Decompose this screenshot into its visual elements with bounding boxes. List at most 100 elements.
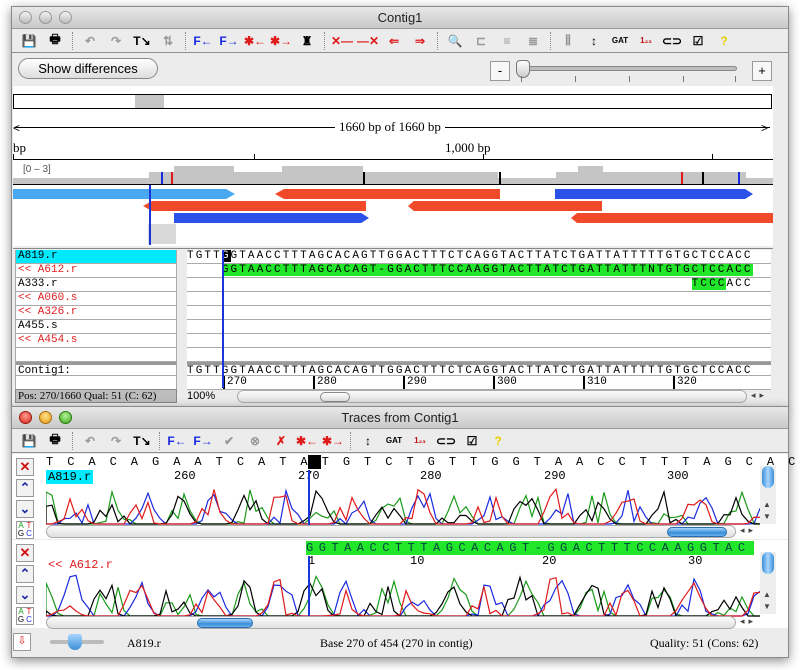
zoom-in-button[interactable]: +	[752, 61, 772, 81]
print-button[interactable]: 🖶	[42, 30, 68, 52]
read-sequence-row[interactable]	[187, 320, 771, 334]
zoom-button[interactable]	[59, 11, 72, 24]
numbering-button[interactable]: 1₂₃	[407, 430, 433, 452]
trace-scale-knob[interactable]	[68, 634, 82, 650]
vertical-scrollbar[interactable]: ▲ ▼	[760, 466, 776, 524]
read-bar-reverse[interactable]	[143, 201, 366, 211]
read-sequence-row[interactable]: TGTTGGTAACCTTTAGCACAGTTGGACTTTCTCAGGTACT…	[187, 250, 771, 264]
read-bar-reverse[interactable]	[408, 201, 602, 211]
goto-button[interactable]: T↘	[129, 430, 155, 452]
help-button[interactable]: ?	[485, 430, 511, 452]
zoom-button[interactable]	[59, 411, 72, 424]
horizontal-scrollbar[interactable]	[46, 616, 736, 629]
scroll-thumb[interactable]	[667, 527, 727, 537]
align2-button[interactable]: ≣	[520, 30, 546, 52]
scroll-down-arrow[interactable]: ▼	[763, 602, 771, 611]
chromatogram[interactable]	[46, 484, 764, 526]
zoom-button[interactable]: 🔍	[442, 30, 468, 52]
read-name-item[interactable]: << A454.s	[15, 334, 177, 348]
next-star-button[interactable]: ✱→	[268, 30, 294, 52]
tree-button[interactable]: ⊏	[468, 30, 494, 52]
show-differences-button[interactable]: Show differences	[18, 58, 158, 79]
remove-trace-button[interactable]: ✕	[16, 458, 34, 476]
redo-button[interactable]: ↷	[103, 430, 129, 452]
accept-button[interactable]: ✔	[216, 430, 242, 452]
horizontal-scrollbar[interactable]	[237, 390, 747, 403]
vertical-move-button[interactable]: ↕	[355, 430, 381, 452]
save-button[interactable]: 💾	[16, 30, 42, 52]
read-name-item[interactable]: << A060.s	[15, 292, 177, 306]
sequence-grid[interactable]: TGTTGGTAACCTTTAGCACAGTTGGACTTTCTCAGGTACT…	[187, 250, 771, 390]
undo-button[interactable]: ↶	[77, 30, 103, 52]
read-bar-reverse[interactable]	[275, 189, 500, 199]
zoom-percent-select[interactable]: 100%	[187, 390, 233, 403]
read-bar-reverse[interactable]	[571, 213, 773, 223]
base-colors-toggle[interactable]: ATGC	[16, 607, 34, 625]
vertical-thumb[interactable]	[762, 552, 774, 574]
next-star-button[interactable]: ✱→	[320, 430, 346, 452]
translate-button[interactable]: GAT	[607, 30, 633, 52]
minimize-button[interactable]	[39, 11, 52, 24]
prev-diff-button[interactable]: ⇐	[381, 30, 407, 52]
scroll-arrows[interactable]: ◂▸	[740, 525, 757, 536]
numbering-button[interactable]: 1₂₃	[633, 30, 659, 52]
checklist-button[interactable]: ☑	[685, 30, 711, 52]
save-button[interactable]: 💾	[16, 430, 42, 452]
close-button[interactable]	[19, 11, 32, 24]
remove-trace-button[interactable]: ✕	[16, 544, 34, 562]
title-bar[interactable]: Traces from Contig1	[12, 407, 788, 429]
move-down-button[interactable]: ⌄	[16, 500, 34, 518]
trace-button[interactable]: ⫼	[555, 30, 581, 52]
read-sequence-row[interactable]	[187, 334, 771, 348]
contig-overview[interactable]: < > 1660 bp of 1660 bp bp 1,000 bp [0 – …	[13, 86, 773, 246]
prev-star-button[interactable]: ✱←	[242, 30, 268, 52]
trim-left-button[interactable]: ✕—	[329, 30, 355, 52]
scroll-up-arrow[interactable]: ▲	[763, 590, 771, 599]
scroll-arrows[interactable]: ◂▸	[740, 616, 757, 627]
read-bar-forward[interactable]	[13, 189, 235, 199]
scroll-up-arrow[interactable]: ▲	[763, 500, 771, 509]
close-button[interactable]	[19, 411, 32, 424]
read-sequence-row[interactable]	[187, 348, 771, 362]
read-bar-forward[interactable]	[555, 189, 753, 199]
scroll-arrows[interactable]: ◂▸	[751, 390, 768, 401]
vertical-scrollbar[interactable]: ▲ ▼	[760, 552, 776, 614]
minimize-button[interactable]	[39, 411, 52, 424]
link-button[interactable]: ⊂⊃	[433, 430, 459, 452]
title-bar[interactable]: Contig1	[12, 7, 788, 29]
link-button[interactable]: ⊂⊃	[659, 30, 685, 52]
swap-button[interactable]: ⇅	[155, 30, 181, 52]
mini-map-selection[interactable]	[135, 95, 164, 108]
read-sequence-row[interactable]: TCCCACC	[187, 278, 771, 292]
vertical-move-button[interactable]: ↕	[581, 30, 607, 52]
undo-button[interactable]: ↶	[77, 430, 103, 452]
redo-button[interactable]: ↷	[103, 30, 129, 52]
mini-map[interactable]	[13, 94, 772, 109]
next-diff-button[interactable]: ⇒	[407, 30, 433, 52]
read-name-item[interactable]: A455.s	[15, 320, 177, 334]
read-name-item[interactable]: A333.r	[15, 278, 177, 292]
read-name-item[interactable]: << A612.r	[15, 264, 177, 278]
chromatogram[interactable]	[46, 568, 764, 618]
move-down-button[interactable]: ⌄	[16, 586, 34, 604]
align-button[interactable]: ≡	[494, 30, 520, 52]
read-sequence-row[interactable]	[187, 292, 771, 306]
zoom-slider[interactable]	[516, 60, 737, 78]
reject-button[interactable]: ⊗	[242, 430, 268, 452]
goto-button[interactable]: T↘	[129, 30, 155, 52]
read-name-item[interactable]	[15, 348, 177, 362]
move-up-button[interactable]: ⌃	[16, 479, 34, 497]
scroll-down-arrow[interactable]: ▼	[763, 512, 771, 521]
find-next-f-button[interactable]: F→	[190, 430, 216, 452]
scroll-thumb[interactable]	[197, 618, 253, 628]
scroll-thumb[interactable]	[320, 392, 350, 402]
help-button[interactable]: ?	[711, 30, 737, 52]
find-next-f-button[interactable]: F→	[216, 30, 242, 52]
robot-button[interactable]: ♜	[294, 30, 320, 52]
find-prev-f-button[interactable]: F←	[190, 30, 216, 52]
prev-star-button[interactable]: ✱←	[294, 430, 320, 452]
read-name-item[interactable]: << A326.r	[15, 306, 177, 320]
trace-scale-slider[interactable]	[50, 634, 104, 650]
print-button[interactable]: 🖶	[42, 430, 68, 452]
move-up-button[interactable]: ⌃	[16, 565, 34, 583]
